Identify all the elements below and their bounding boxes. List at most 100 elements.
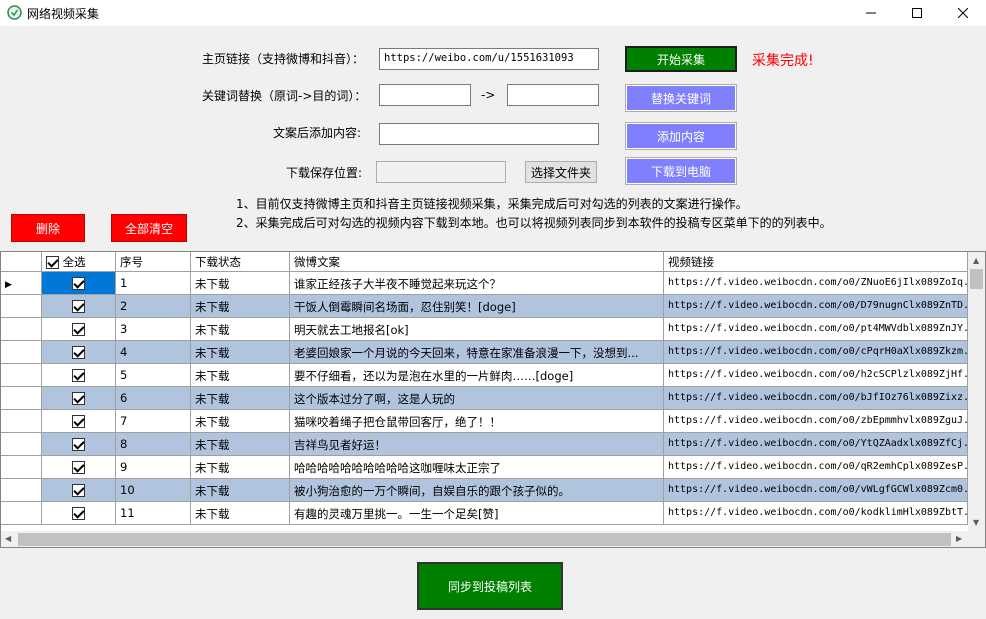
cell-caption[interactable]: 老婆回娘家一个月说的今天回来，特意在家准备浪漫一下，没想到...	[290, 341, 664, 364]
cell-link[interactable]: https://f.video.weibocdn.com/o0/ZNuoE6jI…	[664, 272, 968, 295]
row-header[interactable]	[1, 387, 42, 410]
table-row[interactable]: 7 未下载 猫咪咬着绳子把仓鼠带回客厅，绝了！！ https://f.video.we…	[1, 410, 968, 433]
cell-link[interactable]: https://f.video.weibocdn.com/o0/bJfIOz76…	[664, 387, 968, 410]
row-checkbox[interactable]	[72, 392, 85, 405]
cell-index[interactable]: 2	[116, 295, 191, 318]
vertical-scrollbar[interactable]: ▲ ▼	[968, 252, 985, 531]
caption-header[interactable]: 微博文案	[290, 252, 664, 272]
cell-caption[interactable]: 猫咪咬着绳子把仓鼠带回客厅，绝了！！	[290, 410, 664, 433]
cell-caption[interactable]: 明天就去工地报名[ok]	[290, 318, 664, 341]
scroll-left-icon[interactable]: ◀	[5, 534, 11, 543]
row-checkbox[interactable]	[72, 415, 85, 428]
cell-link[interactable]: https://f.video.weibocdn.com/o0/qR2emhCp…	[664, 456, 968, 479]
table-row[interactable]: 5 未下载 要不仔细看，还以为是泡在水里的一片鲜肉……[doge] https://f…	[1, 364, 968, 387]
cell-index[interactable]: 7	[116, 410, 191, 433]
table-row[interactable]: 4 未下载 老婆回娘家一个月说的今天回来，特意在家准备浪漫一下，没想到... http…	[1, 341, 968, 364]
cell-index[interactable]: 11	[116, 502, 191, 525]
cell-link[interactable]: https://f.video.weibocdn.com/o0/D79nugnC…	[664, 295, 968, 318]
table-row[interactable]: 3 未下载 明天就去工地报名[ok] https://f.video.weibocdn…	[1, 318, 968, 341]
cell-status[interactable]: 未下载	[191, 502, 290, 525]
cell-index[interactable]: 6	[116, 387, 191, 410]
cell-link[interactable]: https://f.video.weibocdn.com/o0/cPqrH0aX…	[664, 341, 968, 364]
keyword-to-input[interactable]	[507, 84, 599, 106]
cell-status[interactable]: 未下载	[191, 456, 290, 479]
row-checkbox[interactable]	[72, 277, 85, 290]
clear-all-button[interactable]: 全部清空	[111, 214, 187, 242]
maximize-button[interactable]	[894, 0, 940, 26]
row-header[interactable]	[1, 479, 42, 502]
cell-index[interactable]: 4	[116, 341, 191, 364]
scroll-down-icon[interactable]: ▼	[973, 518, 979, 527]
cell-status[interactable]: 未下载	[191, 318, 290, 341]
add-content-button[interactable]: 添加内容	[625, 122, 737, 150]
row-select-cell[interactable]	[42, 456, 116, 479]
cell-status[interactable]: 未下载	[191, 364, 290, 387]
select-all-header[interactable]: 全选	[42, 252, 116, 272]
horizontal-scrollbar[interactable]: ◀ ▶	[1, 531, 968, 547]
horizontal-scroll-thumb[interactable]	[18, 533, 951, 546]
row-select-cell[interactable]	[42, 318, 116, 341]
row-select-cell[interactable]	[42, 410, 116, 433]
table-row[interactable]: ▶ 1 未下载 谁家正经孩子大半夜不睡觉起来玩这个？ https://f.video.w…	[1, 272, 968, 295]
row-header[interactable]	[1, 433, 42, 456]
cell-index[interactable]: 9	[116, 456, 191, 479]
row-select-cell[interactable]	[42, 479, 116, 502]
index-header[interactable]: 序号	[116, 252, 191, 272]
download-button[interactable]: 下载到电脑	[625, 157, 737, 185]
row-checkbox[interactable]	[72, 300, 85, 313]
select-all-checkbox[interactable]	[46, 256, 59, 269]
scroll-right-icon[interactable]: ▶	[956, 534, 962, 543]
row-header[interactable]: ▶	[1, 272, 42, 295]
table-row[interactable]: 2 未下载 干饭人倒霉瞬间名场面，忍住别笑！[doge] https://f.vide…	[1, 295, 968, 318]
cell-index[interactable]: 10	[116, 479, 191, 502]
cell-status[interactable]: 未下载	[191, 341, 290, 364]
row-checkbox[interactable]	[72, 346, 85, 359]
cell-caption[interactable]: 干饭人倒霉瞬间名场面，忍住别笑！[doge]	[290, 295, 664, 318]
row-checkbox[interactable]	[72, 369, 85, 382]
row-header[interactable]	[1, 341, 42, 364]
cell-caption[interactable]: 谁家正经孩子大半夜不睡觉起来玩这个？	[290, 272, 664, 295]
row-header[interactable]	[1, 502, 42, 525]
cell-link[interactable]: https://f.video.weibocdn.com/o0/YtQZAadx…	[664, 433, 968, 456]
table-row[interactable]: 9 未下载 哈哈哈哈哈哈哈哈哈哈这咖喱味太正宗了 https://f.video.we…	[1, 456, 968, 479]
append-input[interactable]	[379, 123, 599, 145]
scroll-up-icon[interactable]: ▲	[973, 256, 979, 265]
cell-caption[interactable]: 这个版本过分了啊，这是人玩的	[290, 387, 664, 410]
link-header[interactable]: 视频链接	[664, 252, 968, 272]
cell-status[interactable]: 未下载	[191, 295, 290, 318]
row-select-cell[interactable]	[42, 387, 116, 410]
cell-status[interactable]: 未下载	[191, 272, 290, 295]
row-checkbox[interactable]	[72, 484, 85, 497]
row-header[interactable]	[1, 318, 42, 341]
choose-folder-button[interactable]: 选择文件夹	[525, 161, 597, 183]
keyword-from-input[interactable]	[379, 84, 471, 106]
row-header[interactable]	[1, 456, 42, 479]
row-select-cell[interactable]	[42, 272, 116, 295]
table-row[interactable]: 11 未下载 有趣的灵魂万里挑一。一生一个足矣[赞] https://f.video.…	[1, 502, 968, 525]
cell-caption[interactable]: 有趣的灵魂万里挑一。一生一个足矣[赞]	[290, 502, 664, 525]
row-header[interactable]	[1, 410, 42, 433]
row-checkbox[interactable]	[72, 461, 85, 474]
cell-status[interactable]: 未下载	[191, 387, 290, 410]
cell-caption[interactable]: 哈哈哈哈哈哈哈哈哈哈这咖喱味太正宗了	[290, 456, 664, 479]
start-collect-button[interactable]: 开始采集	[625, 46, 737, 72]
row-header[interactable]	[1, 295, 42, 318]
cell-status[interactable]: 未下载	[191, 410, 290, 433]
cell-link[interactable]: https://f.video.weibocdn.com/o0/kodklimH…	[664, 502, 968, 525]
row-select-cell[interactable]	[42, 502, 116, 525]
cell-caption[interactable]: 要不仔细看，还以为是泡在水里的一片鲜肉……[doge]	[290, 364, 664, 387]
cell-index[interactable]: 1	[116, 272, 191, 295]
row-checkbox[interactable]	[72, 438, 85, 451]
cell-link[interactable]: https://f.video.weibocdn.com/o0/vWLgfGCW…	[664, 479, 968, 502]
row-select-cell[interactable]	[42, 364, 116, 387]
table-row[interactable]: 8 未下载 吉祥鸟见者好运！ https://f.video.weibocdn.com…	[1, 433, 968, 456]
cell-status[interactable]: 未下载	[191, 433, 290, 456]
cell-index[interactable]: 5	[116, 364, 191, 387]
row-checkbox[interactable]	[72, 507, 85, 520]
row-select-cell[interactable]	[42, 433, 116, 456]
minimize-button[interactable]	[848, 0, 894, 26]
cell-caption[interactable]: 吉祥鸟见者好运！	[290, 433, 664, 456]
cell-link[interactable]: https://f.video.weibocdn.com/o0/pt4MWVdb…	[664, 318, 968, 341]
cell-status[interactable]: 未下载	[191, 479, 290, 502]
row-select-cell[interactable]	[42, 341, 116, 364]
